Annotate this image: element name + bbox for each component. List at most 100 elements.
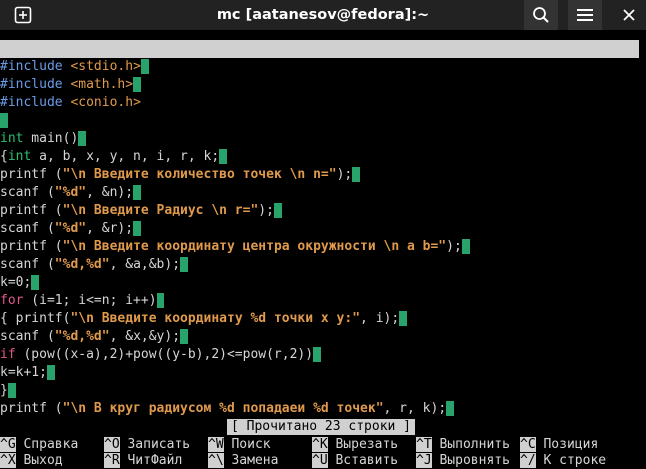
line-end-marker (461, 239, 470, 254)
line-end-marker (78, 131, 87, 146)
code-text: printf ( (0, 167, 63, 182)
code-line[interactable]: printf ("\n Введите количество точек \n … (0, 166, 361, 184)
shortcut-label: Поиск (231, 437, 271, 452)
menu-button[interactable] (568, 0, 602, 30)
terminal-window: mc [aatanesov@fedora]:~ GNU nano 6.4 /ho (0, 0, 646, 469)
string-literal: "%d" (54, 221, 87, 236)
header-name: <math.h> (70, 77, 134, 92)
code-line[interactable]: scanf ("%d", &n); (0, 184, 141, 202)
line-end-marker (0, 113, 8, 128)
code-line[interactable]: #include <math.h> (0, 76, 141, 94)
shortcut-key: ^T (416, 437, 432, 452)
type-keyword: int (0, 131, 24, 146)
code-text: k=k+1; (0, 365, 47, 380)
line-end-marker (133, 77, 141, 92)
shortcut-key: ^R (104, 453, 120, 468)
shortcut-cut[interactable]: ^K Вырезать (312, 437, 398, 453)
terminal-area[interactable]: GNU nano 6.4 /home/aatanesov/Загрузки/Пя… (0, 40, 646, 469)
preprocessor-directive: #include (0, 95, 63, 110)
title-bar: mc [aatanesov@fedora]:~ (0, 0, 646, 30)
code-line[interactable]: printf ("\n Введите координату центра ок… (0, 238, 470, 256)
line-end-marker (180, 329, 188, 344)
shortcut-paste[interactable]: ^U Вставить (312, 453, 398, 469)
line-end-marker (352, 167, 361, 182)
control-keyword: if (0, 347, 16, 362)
shortcut-label: Выровнять (439, 453, 510, 468)
code-text: ); (336, 167, 353, 182)
code-text: scanf ( (0, 185, 55, 200)
line-end-marker (7, 383, 16, 398)
code-line[interactable]: printf ("\n Введите Радиус \n r="); (0, 202, 282, 220)
code-line[interactable]: for (i=1; i<=n; i++) (0, 292, 165, 310)
shortcut-label: Выполнить (439, 437, 510, 452)
code-text: main() (23, 131, 79, 146)
string-literal: "%d,%d" (54, 257, 110, 272)
code-text: , &x,&y); (109, 329, 181, 344)
shortcut-label: Замена (231, 453, 279, 468)
header-name: <conio.h> (70, 95, 141, 110)
line-end-marker (156, 293, 165, 308)
file-path: /home/aatanesov/Загрузки/Пятая.cpp (200, 77, 467, 92)
shortcut-exit[interactable]: ^X Выход (0, 453, 63, 469)
shortcut-key: ^U (312, 453, 328, 468)
code-line[interactable]: int main() (0, 130, 87, 148)
code-text: ); (446, 239, 462, 254)
shortcut-goto-line[interactable]: ^/ К строке (520, 453, 606, 469)
shortcut-label: ЧитФайл (127, 453, 183, 468)
shortcut-execute[interactable]: ^T Выполнить (416, 437, 510, 453)
preprocessor-directive: #include (0, 77, 63, 92)
code-line[interactable]: {int a, b, x, y, n, i, r, k; (0, 148, 227, 166)
shortcut-key: ^O (104, 437, 120, 452)
code-line[interactable]: printf ("\n В круг радиусом %d попадаеи … (0, 400, 454, 418)
type-keyword: int (7, 149, 32, 164)
code-line[interactable]: if (pow((x-a),2)+pow((y-b),2)<=pow(r,2)) (0, 346, 321, 364)
code-text: { (0, 149, 8, 164)
shortcut-search[interactable]: ^W Поиск (208, 437, 271, 453)
code-line[interactable]: k=k+1; (0, 364, 55, 382)
code-text: , i); (360, 311, 400, 326)
code-line[interactable]: scanf ("%d,%d", &a,&b); (0, 256, 188, 274)
shortcut-write[interactable]: ^O Записать (104, 437, 190, 453)
code-line[interactable]: #include <stdio.h> (0, 58, 149, 76)
shortcut-key: ^\ (208, 453, 224, 468)
code-line[interactable]: } (0, 382, 16, 400)
shortcut-key: ^W (208, 437, 224, 452)
string-literal: "%d" (54, 185, 87, 200)
code-text: printf ( (0, 239, 63, 254)
line-end-marker (180, 257, 188, 272)
shortcut-location[interactable]: ^C Позиция (520, 437, 598, 453)
code-text: printf ( (0, 401, 63, 416)
code-line[interactable]: k=0; (0, 274, 40, 292)
code-line[interactable]: scanf ("%d", &r); (0, 220, 141, 238)
shortcut-bar: ^G Справка ^X Выход ^O Записать ^R ЧитФа… (0, 437, 646, 469)
shortcut-key: ^X (0, 453, 16, 468)
string-literal: "\n В круг радиусом %d попадаеи %d точек… (62, 401, 384, 416)
new-tab-button[interactable] (6, 0, 40, 30)
code-line[interactable] (0, 112, 8, 130)
code-line[interactable]: scanf ("%d,%d", &x,&y); (0, 328, 188, 346)
line-end-marker (133, 221, 141, 236)
line-end-marker (31, 275, 40, 290)
shortcut-justify[interactable]: ^J Выровнять (416, 453, 510, 469)
hamburger-menu-icon (577, 9, 593, 21)
code-line[interactable]: #include <conio.h> (0, 94, 141, 112)
shortcut-help[interactable]: ^G Справка (0, 437, 78, 453)
new-tab-icon (14, 6, 32, 24)
line-end-marker (46, 365, 55, 380)
shortcut-replace[interactable]: ^\ Замена (208, 453, 278, 469)
code-line[interactable]: { printf("\n Введите координату %d точки… (0, 310, 408, 328)
code-text: scanf ( (0, 221, 55, 236)
status-message: [ Прочитано 23 строки ] (227, 419, 416, 435)
code-text: ); (258, 203, 274, 218)
close-icon (623, 9, 635, 21)
search-button[interactable] (524, 0, 558, 30)
code-text: (pow((x-a),2)+pow((y-b),2)<=pow(r,2)) (15, 347, 314, 362)
code-text: , &n); (86, 185, 134, 200)
shortcut-read[interactable]: ^R ЧитФайл (104, 453, 182, 469)
code-text: , r, k); (383, 401, 447, 416)
shortcut-label: Выход (23, 453, 63, 468)
shortcut-label: Вставить (335, 453, 399, 468)
control-keyword: for (0, 293, 24, 308)
shortcut-key: ^K (312, 437, 328, 452)
close-button[interactable] (612, 0, 646, 30)
